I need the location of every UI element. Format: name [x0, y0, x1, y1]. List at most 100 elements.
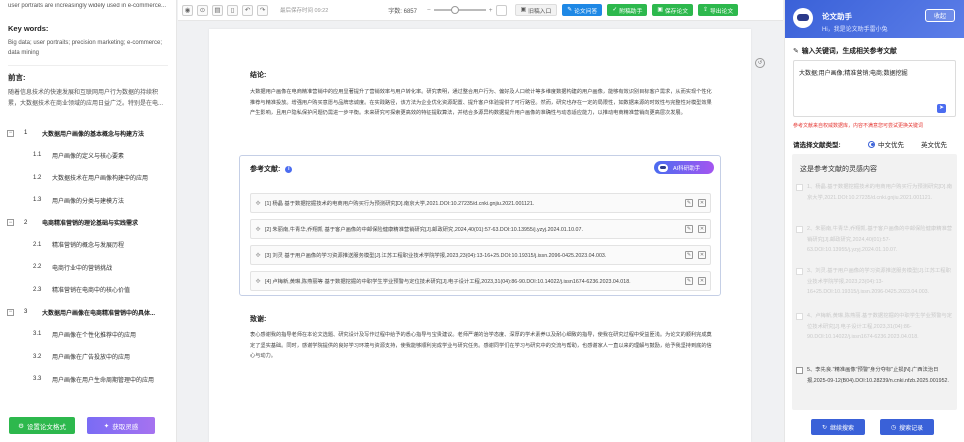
- collapse-icon[interactable]: −: [7, 129, 14, 137]
- section-title: 用户画像在广告投放中的应用: [52, 355, 131, 362]
- reference-item[interactable]: ✥ [4] 卢梅新,黄琳,陈燕丽等 基于数据挖掘的中职学生学业预警与定位技术研究…: [250, 271, 711, 291]
- drag-handle-icon[interactable]: ✥: [251, 252, 265, 259]
- edit-icon[interactable]: ✎: [685, 199, 693, 207]
- acknowledgement-heading: 致谢:: [250, 316, 267, 323]
- continue-search-button[interactable]: ↻ 继续搜索: [811, 419, 865, 435]
- english-first-radio[interactable]: 英文优先: [921, 139, 947, 149]
- delete-icon[interactable]: ✕: [698, 251, 706, 259]
- outline-section[interactable]: 2.1 精准营销的概念与发展历程: [0, 234, 176, 257]
- fit-page-icon[interactable]: [495, 4, 507, 16]
- zoom-icon[interactable]: ⊙: [197, 4, 208, 16]
- conclusion-text[interactable]: 大数据用户画像在电商精准营销中的应用显著提升了营销效率与用户转化率。研究表明，通…: [250, 87, 714, 119]
- collapse-icon[interactable]: −: [7, 219, 14, 226]
- edit-icon[interactable]: ✎: [685, 225, 693, 233]
- collapse-button[interactable]: 收起: [925, 9, 955, 22]
- suggestion-text: 3、刘灵.基于用户画像的学习资源推送服务模型[J].江苏工程职业技术学院学报,2…: [807, 268, 951, 295]
- outline-section[interactable]: 3.3 用户画像在用户生命周期管理中的应用: [0, 368, 176, 391]
- refresh-icon: ↻: [821, 424, 827, 431]
- delete-icon[interactable]: ✕: [698, 277, 706, 285]
- preface-title: 前言:: [8, 73, 26, 82]
- zoom-slider[interactable]: [433, 6, 486, 14]
- format-paper-button[interactable]: ⚙ 设置论文格式: [9, 417, 75, 434]
- outline-chapter-1[interactable]: − 1 大数据用户画像的基本概念与构建方法: [0, 122, 176, 144]
- edit-icon[interactable]: ✎: [685, 277, 693, 285]
- suggestion-item[interactable]: 2、朱丽南,牛青华,乔翔凯.基于客户画像的中邮保险健康精准营销研究[J].邮政研…: [796, 224, 953, 256]
- references-section: 参考文献: i AI科研助手 ✥ [1] 杨晶 基于数据挖掘技术的电商用户购买行为…: [239, 155, 721, 296]
- source-warning: 参考文献来自权威数据库，内容不满意您可尝试更换关键词: [793, 123, 924, 129]
- reference-item[interactable]: ✥ [1] 杨晶 基于数据挖掘技术的电商用户购买行为预测研究[D].南京大学,2…: [250, 193, 711, 213]
- chinese-first-radio[interactable]: 中文优先: [868, 139, 904, 149]
- info-icon[interactable]: i: [285, 165, 293, 173]
- ai-research-assistant-button[interactable]: AI科研助手: [654, 161, 714, 174]
- zoom-out-icon[interactable]: −: [427, 7, 431, 14]
- search-history-button[interactable]: ◷ 搜索记录: [880, 419, 934, 435]
- outline-section[interactable]: 1.2 大数据技术在用户画像构建中的应用: [0, 167, 176, 190]
- checkbox-icon[interactable]: [796, 268, 803, 275]
- save-paper-button[interactable]: ▣ 保存论文: [652, 4, 694, 16]
- preface-text: 随着信息技术的快速发展和互联网用户行为数据的持续积累，大数据技术在商业领域的应用…: [8, 90, 164, 107]
- chat-icon: ✎: [567, 7, 573, 13]
- drag-handle-icon[interactable]: ✥: [251, 278, 265, 285]
- outline-section[interactable]: 3.1 用户画像在个性化推荐中的应用: [0, 323, 176, 346]
- zoom-control[interactable]: − +: [427, 4, 507, 16]
- keywords-title: Key words:: [8, 24, 49, 33]
- keywords-text: Big data; user portraits; precision mark…: [8, 40, 163, 56]
- keyword-input[interactable]: 大数据;用户画像;精准营销;电商;数据挖掘: [793, 60, 956, 117]
- suggestion-item[interactable]: 4、卢梅新,黄琳,陈燕丽.基于数据挖掘的中职学生学业预警与定位技术研究[J].电…: [796, 311, 953, 343]
- assistant-header: 论文助手 Hi，我是论文助手雷小兔 收起: [785, 0, 964, 38]
- references-title: 参考文献:: [250, 166, 281, 173]
- document-icon[interactable]: ▤: [212, 4, 223, 16]
- file-icon[interactable]: ▯: [227, 4, 238, 16]
- format-paper-label: 设置论文格式: [26, 423, 66, 431]
- outline-panel: user portraits are increasingly widely u…: [0, 0, 177, 442]
- undo-icon[interactable]: ↶: [242, 4, 253, 16]
- collapse-icon[interactable]: −: [7, 308, 14, 316]
- manuscript-helper-label: 附稿助手: [619, 8, 643, 15]
- import-old-draft-button[interactable]: ▣ 旧稿入口: [514, 4, 558, 16]
- drag-handle-icon[interactable]: ✥: [251, 226, 265, 233]
- outline-section[interactable]: 1.1 用户画像的定义与核心要素: [0, 144, 176, 167]
- get-inspiration-label: 获取灵感: [112, 423, 139, 431]
- import-icon: ▣: [520, 7, 527, 13]
- keyword-input-label-text: 输入关键词，生成相关参考文献: [801, 48, 897, 55]
- outline-chapter-2[interactable]: − 2 电商精准营销的理论基础与实践需求: [0, 212, 176, 234]
- chapter-number: 2: [24, 219, 28, 226]
- document-page[interactable]: 结论: 大数据用户画像在电商精准营销中的应用显著提升了营销效率与用户转化率。研究…: [209, 29, 751, 442]
- export-paper-button[interactable]: ⇪ 导出论文: [698, 4, 739, 16]
- acknowledgement-text[interactable]: 衷心感谢我的指导老师在本论文选题、研究设计及写作过程中给予的悉心指导与宝贵建议。…: [250, 330, 714, 362]
- redo-icon[interactable]: ↷: [257, 4, 268, 16]
- drag-handle-icon[interactable]: ✥: [251, 200, 265, 207]
- export-icon: ⇪: [703, 7, 708, 13]
- outline-section[interactable]: 2.2 电商行业中的营销挑战: [0, 256, 176, 279]
- outline-section[interactable]: 2.3 精准营销在电商中的核心价值: [0, 279, 176, 302]
- reference-item[interactable]: ✥ [3] 刘灵 基于用户画像的学习资源推送服务模型[J].江苏工程职业技术学院…: [250, 245, 711, 265]
- edit-icon[interactable]: ✎: [685, 251, 693, 259]
- suggestion-item[interactable]: 1、杨晶.基于数据挖掘技术的电商用户购买行为预测研究[D].南京大学,2021.…: [796, 182, 953, 203]
- get-inspiration-button[interactable]: ✦ 获取灵感: [87, 417, 155, 434]
- outline-section[interactable]: 3.2 用户画像在广告投放中的应用: [0, 346, 176, 369]
- assistant-title: 论文助手: [822, 12, 852, 21]
- checkbox-icon[interactable]: [796, 226, 803, 233]
- send-icon[interactable]: ➤: [937, 104, 946, 113]
- checkbox-icon[interactable]: [796, 184, 803, 191]
- section-number: 2.3: [33, 286, 42, 293]
- checkbox-icon[interactable]: [796, 367, 803, 374]
- delete-icon[interactable]: ✕: [698, 199, 706, 207]
- checkbox-icon[interactable]: [796, 313, 803, 320]
- outline-tree: − 1 大数据用户画像的基本概念与构建方法 1.1 用户画像的定义与核心要素 1.…: [0, 122, 176, 410]
- zoom-in-icon[interactable]: +: [489, 7, 493, 14]
- section-number: 3.2: [33, 353, 42, 360]
- zoom-knob[interactable]: [450, 6, 459, 14]
- references-heading: 参考文献: i: [250, 164, 293, 174]
- suggestion-item[interactable]: 3、刘灵.基于用户画像的学习资源推送服务模型[J].江苏工程职业技术学院学报,2…: [796, 266, 953, 298]
- outline-section[interactable]: 1.3 用户画像的分类与建模方法: [0, 189, 176, 212]
- reference-item[interactable]: ✥ [2] 朱丽南,牛青华,乔翔凯 基于客户画像的中邮保险健康精准营销研究[J]…: [250, 219, 711, 239]
- delete-icon[interactable]: ✕: [698, 225, 706, 233]
- manuscript-helper-button[interactable]: ✓ 附稿助手: [607, 4, 648, 16]
- section-title: 用户画像在用户生命周期管理中的应用: [52, 377, 155, 384]
- history-icon[interactable]: ↺: [755, 58, 765, 68]
- suggestion-item[interactable]: 5、李先良."精准画像"预警"身分夺标"止损[N].广西法治日报,2025-09…: [796, 365, 953, 386]
- eye-icon[interactable]: ◉: [182, 4, 193, 16]
- paper-qa-button[interactable]: ✎ 论文问答: [562, 4, 603, 16]
- outline-chapter-3[interactable]: − 3 大数据用户画像在电商精准营销中的具体...: [0, 301, 176, 323]
